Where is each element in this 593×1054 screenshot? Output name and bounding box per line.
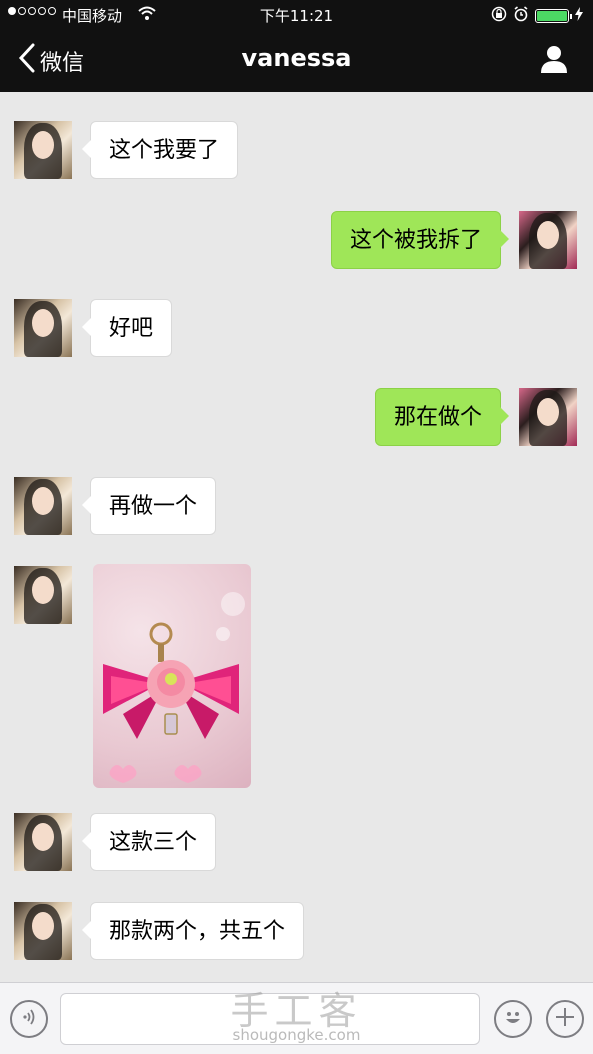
status-right-icons: [491, 6, 583, 26]
my-avatar[interactable]: [519, 211, 577, 269]
sent-message-bubble[interactable]: 那在做个: [374, 388, 510, 446]
rotation-lock-icon: [491, 6, 507, 26]
contact-avatar[interactable]: [14, 299, 72, 357]
received-message-bubble[interactable]: 这个我要了: [81, 121, 239, 179]
image-message[interactable]: [93, 564, 251, 788]
voice-icon: [19, 1007, 39, 1031]
received-message-bubble[interactable]: 好吧: [81, 299, 173, 357]
alarm-icon: [513, 6, 529, 26]
more-options-button[interactable]: [546, 1000, 584, 1038]
input-bar: [0, 982, 593, 1054]
voice-input-button[interactable]: [10, 1000, 48, 1038]
charging-icon: [575, 7, 583, 25]
emoji-button[interactable]: [494, 1000, 532, 1038]
contact-profile-button[interactable]: [539, 44, 569, 74]
bow-keychain-photo: [103, 592, 245, 783]
contact-avatar[interactable]: [14, 477, 72, 535]
chat-title: vanessa: [241, 44, 352, 72]
my-avatar[interactable]: [519, 388, 577, 446]
received-message-bubble[interactable]: 那款两个，共五个: [81, 902, 305, 960]
contact-avatar[interactable]: [14, 813, 72, 871]
plus-icon: [554, 1006, 576, 1032]
sent-message-bubble[interactable]: 这个被我拆了: [330, 211, 510, 269]
battery-icon: [535, 9, 572, 23]
contact-avatar[interactable]: [14, 566, 72, 624]
person-icon: [539, 46, 569, 78]
received-message-bubble[interactable]: 这款三个: [81, 813, 217, 871]
message-input[interactable]: [60, 993, 480, 1045]
top-bar: 中国移动 下午11:21 微信 vanessa: [0, 0, 593, 92]
contact-avatar[interactable]: [14, 902, 72, 960]
smiley-icon: [500, 1004, 526, 1034]
nav-bar: 微信 vanessa: [0, 30, 593, 92]
status-bar: 中国移动 下午11:21: [0, 0, 593, 30]
contact-avatar[interactable]: [14, 121, 72, 179]
received-message-bubble[interactable]: 再做一个: [81, 477, 217, 535]
